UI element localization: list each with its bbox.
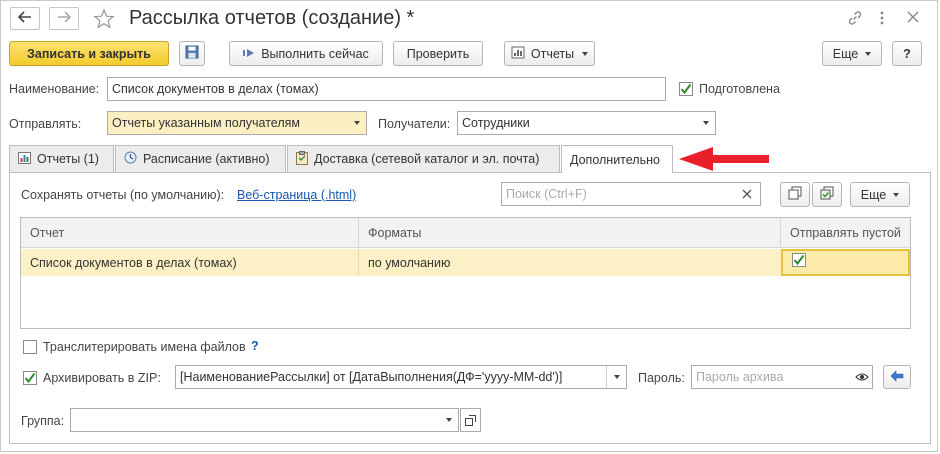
chevron-down-icon bbox=[445, 418, 452, 422]
password-input[interactable]: Пароль архива bbox=[691, 365, 873, 389]
reports-table: Отчет Форматы Отправлять пустой Список д… bbox=[20, 217, 911, 329]
save-reports-label: Сохранять отчеты (по умолчанию): bbox=[21, 188, 225, 202]
back-button[interactable] bbox=[10, 7, 40, 30]
chevron-down-icon bbox=[865, 51, 872, 56]
more-label: Еще bbox=[832, 46, 859, 61]
tab-additional-label: Дополнительно bbox=[570, 152, 660, 167]
save-and-close-button[interactable]: Записать и закрыть bbox=[9, 41, 169, 66]
copy-check-icon bbox=[820, 186, 834, 203]
delivery-clipboard-icon bbox=[296, 150, 308, 168]
eye-icon bbox=[854, 373, 869, 381]
table-row-report-cell[interactable]: Список документов в делах (томах) bbox=[21, 249, 359, 276]
column-header-send-empty[interactable]: Отправлять пустой bbox=[781, 218, 910, 248]
password-label: Пароль: bbox=[638, 371, 685, 385]
chevron-down-icon bbox=[893, 192, 900, 197]
checkmark-icon bbox=[680, 83, 692, 95]
chevron-down-icon bbox=[582, 51, 589, 56]
transliterate-help-link[interactable]: ? bbox=[251, 339, 259, 353]
send-label: Отправлять: bbox=[9, 117, 82, 131]
send-empty-checkbox[interactable] bbox=[792, 252, 806, 267]
password-placeholder: Пароль архива bbox=[696, 370, 784, 384]
table-row-send-empty-cell[interactable] bbox=[781, 249, 910, 276]
help-button[interactable]: ? bbox=[892, 41, 922, 66]
zip-name-template-value: [НаименованиеРассылки] от [ДатаВыполнени… bbox=[180, 370, 563, 384]
recipients-label: Получатели: bbox=[378, 117, 451, 131]
reports-icon bbox=[511, 46, 525, 62]
transliterate-checkbox[interactable] bbox=[23, 340, 37, 354]
recipients-select[interactable]: Сотрудники bbox=[457, 111, 716, 135]
link-icon[interactable] bbox=[847, 10, 863, 29]
reports-label: Отчеты bbox=[530, 46, 575, 61]
save-format-link[interactable]: Веб-страница (.html) bbox=[237, 188, 356, 202]
open-window-icon bbox=[465, 414, 476, 426]
zip-name-template-input[interactable]: [НаименованиеРассылки] от [ДатаВыполнени… bbox=[175, 365, 627, 389]
tab-reports[interactable]: Отчеты (1) bbox=[9, 145, 114, 172]
column-header-formats[interactable]: Форматы bbox=[359, 218, 781, 248]
chevron-down-icon bbox=[613, 375, 620, 379]
forward-button[interactable] bbox=[49, 7, 79, 30]
copy-icon bbox=[788, 186, 802, 203]
checkmark-icon bbox=[793, 254, 805, 265]
reports-menu-button[interactable]: Отчеты bbox=[504, 41, 595, 66]
zip-label: Архивировать в ZIP: bbox=[43, 371, 161, 385]
group-label: Группа: bbox=[21, 414, 65, 428]
run-now-button[interactable]: Выполнить сейчас bbox=[229, 41, 383, 66]
clear-search-icon[interactable] bbox=[742, 188, 752, 202]
zip-template-dropdown-button[interactable] bbox=[606, 366, 626, 388]
prepared-label: Подготовлена bbox=[699, 82, 780, 96]
window-title: Рассылка отчетов (создание) * bbox=[129, 7, 415, 29]
zip-checkbox[interactable] bbox=[23, 371, 37, 385]
column-header-report[interactable]: Отчет bbox=[21, 218, 359, 248]
run-icon bbox=[243, 47, 255, 61]
send-select-value: Отчеты указанным получателям bbox=[112, 116, 300, 130]
chevron-down-icon bbox=[353, 121, 360, 125]
tab-schedule-label: Расписание (активно) bbox=[143, 152, 270, 166]
checkmark-icon bbox=[24, 372, 36, 384]
check-button[interactable]: Проверить bbox=[393, 41, 483, 66]
search-input[interactable]: Поиск (Ctrl+F) bbox=[501, 182, 761, 206]
send-dropdown-button[interactable] bbox=[346, 112, 366, 134]
panel-more-label: Еще bbox=[860, 187, 887, 202]
name-label: Наименование: bbox=[9, 82, 100, 96]
recipients-dropdown-button[interactable] bbox=[695, 112, 715, 134]
close-icon[interactable] bbox=[907, 11, 919, 26]
table-row-formats-cell[interactable]: по умолчанию bbox=[359, 249, 781, 276]
group-select[interactable] bbox=[70, 408, 459, 432]
group-open-button[interactable] bbox=[460, 408, 481, 432]
more-menu-button[interactable]: Еще bbox=[822, 41, 882, 66]
group-dropdown-button[interactable] bbox=[438, 409, 458, 431]
save-button[interactable] bbox=[179, 41, 205, 66]
tab-delivery[interactable]: Доставка (сетевой каталог и эл. почта) bbox=[287, 145, 560, 172]
tab-delivery-label: Доставка (сетевой каталог и эл. почта) bbox=[314, 152, 540, 166]
recipients-select-value: Сотрудники bbox=[462, 116, 530, 130]
password-action-button[interactable] bbox=[883, 365, 911, 389]
run-now-label: Выполнить сейчас bbox=[261, 46, 369, 61]
tab-additional[interactable]: Дополнительно bbox=[561, 145, 673, 173]
prepared-checkbox[interactable] bbox=[679, 82, 693, 96]
report-chart-icon bbox=[18, 151, 31, 167]
panel-more-menu-button[interactable]: Еще bbox=[850, 182, 910, 207]
name-input[interactable]: Список документов в делах (томах) bbox=[107, 77, 666, 101]
tab-schedule[interactable]: Расписание (активно) bbox=[115, 145, 286, 172]
show-password-button[interactable] bbox=[850, 366, 872, 388]
chevron-down-icon bbox=[702, 121, 709, 125]
send-select[interactable]: Отчеты указанным получателям bbox=[107, 111, 367, 135]
favorite-star-icon[interactable] bbox=[93, 8, 115, 33]
floppy-disk-icon bbox=[185, 45, 199, 62]
arrow-left-icon bbox=[17, 11, 32, 26]
more-vertical-icon[interactable] bbox=[877, 10, 887, 29]
copy-button[interactable] bbox=[780, 182, 810, 207]
arrow-left-blue-icon bbox=[890, 369, 904, 385]
copy-check-button[interactable] bbox=[812, 182, 842, 207]
arrow-right-icon bbox=[57, 11, 72, 26]
tab-reports-label: Отчеты (1) bbox=[37, 152, 99, 166]
transliterate-label: Транслитерировать имена файлов bbox=[43, 340, 246, 354]
schedule-clock-icon bbox=[124, 151, 137, 167]
window: Рассылка отчетов (создание) * Записать и… bbox=[0, 0, 938, 452]
